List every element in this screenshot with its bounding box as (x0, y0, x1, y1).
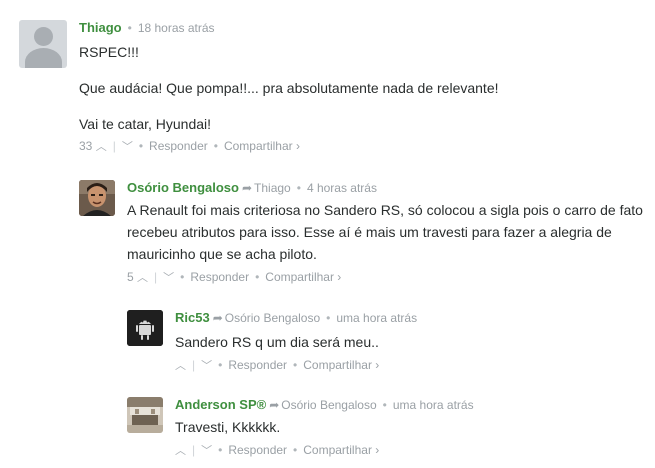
parent-author[interactable]: Osório Bengaloso (225, 311, 320, 325)
separator-dot: • (255, 270, 260, 284)
share-link[interactable]: Compartilhar › (303, 443, 379, 457)
comment-message: Sandero RS q um dia será meu.. (175, 331, 645, 353)
comment-footer: ︿ | ﹀ • Responder • Compartilhar › (175, 357, 645, 374)
reply-link[interactable]: Responder (228, 443, 287, 457)
android-robot-icon (127, 310, 163, 346)
parent-author[interactable]: Osório Bengaloso (281, 398, 376, 412)
chevron-up-icon[interactable]: ︿ (96, 141, 107, 153)
separator-dot: • (382, 398, 387, 412)
avatar-head-shape (34, 27, 53, 46)
share-link[interactable]: Compartilhar › (265, 270, 341, 284)
room-photo-avatar[interactable] (127, 397, 163, 433)
chevron-up-icon[interactable]: ︿ (175, 360, 186, 372)
reply-link[interactable]: Responder (228, 358, 287, 372)
comment-header: Anderson SP® ➦ Osório Bengaloso • uma hora a… (175, 397, 645, 413)
reply-arrow-icon: ➦ (212, 311, 223, 325)
vote-divider: | (112, 139, 116, 153)
author-name[interactable]: Osório Bengaloso (127, 180, 239, 195)
room-photo-image (127, 397, 163, 433)
portrait-image (79, 180, 115, 216)
comment-footer: 33 ︿ | ﹀ • Responder • Compartilhar › (79, 138, 639, 155)
message-paragraph: Travesti, Kkkkkk. (175, 419, 281, 435)
separator-dot: • (296, 181, 301, 195)
vote-divider: | (154, 270, 158, 284)
separator-dot: • (213, 139, 218, 153)
chevron-down-icon[interactable]: ﹀ (163, 272, 174, 284)
separator-dot: • (218, 358, 223, 372)
reply-link[interactable]: Responder (190, 270, 249, 284)
comment-header: Thiago • 18 horas atrás (79, 20, 639, 36)
reply-arrow-icon: ➦ (241, 181, 253, 195)
author-name[interactable]: Thiago (79, 20, 122, 35)
chevron-down-icon[interactable]: ﹀ (201, 445, 212, 457)
reply-link[interactable]: Responder (149, 139, 208, 153)
share-link[interactable]: Compartilhar › (303, 358, 379, 372)
separator-dot: • (127, 21, 132, 35)
vote-divider: | (192, 443, 196, 457)
message-paragraph: Sandero RS q um dia será meu.. (175, 334, 379, 350)
message-paragraph: Vai te catar, Hyundai! (79, 116, 212, 132)
android-robot-avatar[interactable] (127, 310, 163, 346)
separator-dot: • (218, 443, 223, 457)
vote-divider: | (192, 358, 196, 372)
comment-time[interactable]: 18 horas atrás (138, 21, 215, 35)
default-user-avatar[interactable] (19, 20, 67, 68)
comment-footer: ︿ | ﹀ • Responder • Compartilhar › (175, 442, 645, 459)
comment-header: Osório Bengaloso ➦ Thiago • 4 horas atrás (127, 180, 649, 196)
separator-dot: • (180, 270, 185, 284)
message-paragraph: A Renault foi mais criteriosa no Sandero… (127, 202, 643, 262)
author-name[interactable]: Ric53 (175, 310, 210, 325)
chevron-down-icon[interactable]: ﹀ (122, 141, 133, 153)
author-name[interactable]: Anderson SP® (175, 397, 266, 412)
comment-time[interactable]: 4 horas atrás (307, 181, 377, 195)
separator-dot: • (293, 358, 298, 372)
man-portrait-avatar[interactable] (79, 180, 115, 216)
separator-dot: • (138, 139, 144, 153)
comment-message: Travesti, Kkkkkk. (175, 416, 645, 438)
parent-author[interactable]: Thiago (254, 181, 291, 195)
comment-footer: 5 ︿ | ﹀ • Responder • Compartilhar › (127, 269, 649, 286)
upvote-count: 5 (127, 270, 134, 284)
chevron-up-icon[interactable]: ︿ (137, 272, 148, 284)
avatar-shoulders-shape (25, 48, 62, 68)
chevron-up-icon[interactable]: ︿ (175, 445, 186, 457)
chevron-down-icon[interactable]: ﹀ (201, 360, 212, 372)
comment-message: A Renault foi mais criteriosa no Sandero… (127, 199, 649, 265)
upvote-count: 33 (79, 139, 93, 153)
reply-arrow-icon: ➦ (269, 398, 280, 412)
share-link[interactable]: Compartilhar › (224, 139, 300, 153)
comment-time[interactable]: uma hora atrás (336, 311, 417, 325)
separator-dot: • (293, 443, 298, 457)
message-paragraph: Que audácia! Que pompa!!... pra absoluta… (79, 80, 499, 96)
comment-time[interactable]: uma hora atrás (393, 398, 474, 412)
separator-dot: • (326, 311, 331, 325)
message-paragraph: RSPEC!!! (79, 44, 139, 60)
comment-header: Ric53 ➦ Osório Bengaloso • uma hora atrás (175, 310, 645, 326)
comment-message: RSPEC!!! Que audácia! Que pompa!!... pra… (79, 41, 639, 135)
